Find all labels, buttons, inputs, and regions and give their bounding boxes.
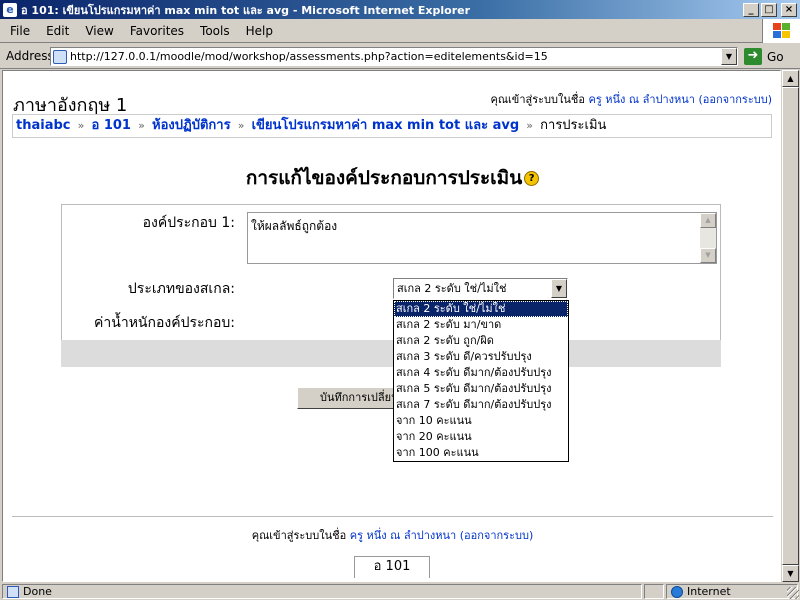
scale-option[interactable]: จาก 100 คะแนน <box>394 445 568 461</box>
login-prefix: คุณเข้าสู่ระบบในชื่อ <box>490 93 585 106</box>
scale-option[interactable]: สเกล 3 ระดับ ดี/ควรปรับปรุง <box>394 349 568 365</box>
menu-favorites[interactable]: Favorites <box>122 24 192 38</box>
breadcrumb-separator: » <box>138 119 145 132</box>
weight-label: ค่าน้ำหนักองค์ประกอบ: <box>94 315 235 331</box>
breadcrumb-current: การประเมิน <box>540 118 607 133</box>
scale-select[interactable]: สเกล 2 ระดับ ใช่/ไม่ใช่ ▼ <box>393 278 568 299</box>
scroll-down-icon[interactable]: ▼ <box>782 565 799 582</box>
scale-option[interactable]: สเกล 7 ระดับ ดีมาก/ต้องปรับปรุง <box>394 397 568 413</box>
footer-login-prefix: คุณเข้าสู่ระบบในชื่อ <box>251 529 347 542</box>
page-scrollbar[interactable]: ▲ ▼ <box>781 70 799 582</box>
close-button[interactable]: × <box>781 2 797 17</box>
scale-option[interactable]: สเกล 2 ระดับ ใช่/ไม่ใช่ <box>394 301 568 317</box>
window-title: อ 101: เขียนโปรแกรมหาค่า max min tot และ… <box>21 3 471 17</box>
footer-user-name-link[interactable]: ครู หนึ่ง ณ ลำปางหนา <box>350 529 457 542</box>
breadcrumb: thaiabc » อ 101 » ห้องปฏิบัติการ » เขียน… <box>12 114 772 138</box>
user-name-link[interactable]: ครู หนึ่ง ณ ลำปางหนา <box>588 93 695 106</box>
go-button[interactable]: ➜ Go <box>744 48 784 65</box>
scale-option[interactable]: จาก 20 คะแนน <box>394 429 568 445</box>
scale-option[interactable]: สเกล 2 ระดับ ถูก/ผิด <box>394 333 568 349</box>
zone-panel: Internet <box>666 584 798 599</box>
page-viewport: ภาษาอังกฤษ 1 คุณเข้าสู่ระบบในชื่อ ครู หน… <box>2 70 781 582</box>
textarea-scrollbar[interactable]: ▲ ▼ <box>700 213 716 263</box>
go-arrow-icon[interactable]: ➜ <box>744 48 762 65</box>
element-textarea-value[interactable]: ให้ผลลัพธ์ถูกต้อง <box>251 217 337 236</box>
menu-bar: File Edit View Favorites Tools Help <box>0 19 800 43</box>
status-bar: Done Internet <box>0 583 800 600</box>
footer-course-link[interactable]: อ 101 <box>354 556 430 578</box>
breadcrumb-site[interactable]: thaiabc <box>16 118 70 133</box>
ie-icon: e <box>3 2 17 17</box>
breadcrumb-workshops[interactable]: ห้องปฏิบัติการ <box>152 118 231 133</box>
breadcrumb-separator: » <box>77 119 85 132</box>
address-input[interactable]: http://127.0.0.1/moodle/mod/workshop/ass… <box>50 47 738 66</box>
footer-divider <box>12 516 773 517</box>
menu-tools[interactable]: Tools <box>192 24 238 38</box>
scale-dropdown-list[interactable]: สเกล 2 ระดับ ใช่/ไม่ใช่ สเกล 2 ระดับ มา/… <box>393 300 569 462</box>
page-done-icon <box>7 585 19 598</box>
menu-edit[interactable]: Edit <box>38 24 77 38</box>
scale-select-value[interactable]: สเกล 2 ระดับ ใช่/ไม่ใช่ <box>397 282 506 295</box>
breadcrumb-separator: » <box>526 119 534 132</box>
form-footer <box>61 340 721 367</box>
save-changes-button[interactable]: บันทึกการเปลี่ยนแปลง <box>297 387 397 409</box>
scale-option[interactable]: สเกล 2 ระดับ มา/ขาด <box>394 317 568 333</box>
minimize-button[interactable]: _ <box>743 2 759 17</box>
address-dropdown-icon[interactable]: ▼ <box>721 48 737 65</box>
status-text: Done <box>23 585 52 598</box>
breadcrumb-workshop[interactable]: เขียนโปรแกรมหาค่า max min tot และ avg <box>252 118 520 133</box>
scroll-down-icon[interactable]: ▼ <box>700 248 716 263</box>
resize-grip-icon[interactable] <box>787 587 799 599</box>
chevron-down-icon[interactable]: ▼ <box>551 279 567 298</box>
internet-zone-icon <box>671 585 683 598</box>
help-icon[interactable]: ? <box>524 171 540 186</box>
page-icon <box>53 49 67 64</box>
login-info: คุณเข้าสู่ระบบในชื่อ ครู หนึ่ง ณ ลำปางหน… <box>490 90 772 108</box>
scale-label: ประเภทของสเกล: <box>127 281 235 297</box>
footer-login-info: คุณเข้าสู่ระบบในชื่อ ครู หนึ่ง ณ ลำปางหน… <box>3 526 780 544</box>
breadcrumb-course[interactable]: อ 101 <box>92 118 131 133</box>
maximize-button[interactable]: □ <box>761 2 777 17</box>
scroll-up-icon[interactable]: ▲ <box>700 213 716 228</box>
page-title: การแก้ไของค์ประกอบการประเมิน? <box>3 163 780 193</box>
scale-option[interactable]: สเกล 5 ระดับ ดีมาก/ต้องปรับปรุง <box>394 381 568 397</box>
windows-logo-icon <box>762 19 800 43</box>
element-label: องค์ประกอบ 1: <box>142 215 235 231</box>
element-textarea[interactable]: ให้ผลลัพธ์ถูกต้อง ▲ ▼ <box>247 212 717 264</box>
status-panel-empty <box>644 584 664 599</box>
go-label[interactable]: Go <box>767 50 784 64</box>
status-panel: Done <box>2 584 642 599</box>
scrollbar-thumb[interactable] <box>782 87 799 565</box>
scale-option[interactable]: สเกล 4 ระดับ ดีมาก/ต้องปรับปรุง <box>394 365 568 381</box>
address-bar: Address http://127.0.0.1/moodle/mod/work… <box>0 44 800 69</box>
zone-text: Internet <box>687 585 731 598</box>
address-url[interactable]: http://127.0.0.1/moodle/mod/workshop/ass… <box>70 50 548 63</box>
logout-link[interactable]: (ออกจากระบบ) <box>698 93 772 106</box>
scroll-up-icon[interactable]: ▲ <box>782 70 799 87</box>
scale-option[interactable]: จาก 10 คะแนน <box>394 413 568 429</box>
menu-file[interactable]: File <box>0 24 38 38</box>
page-title-text: การแก้ไของค์ประกอบการประเมิน <box>245 167 523 189</box>
menu-view[interactable]: View <box>77 24 121 38</box>
menu-help[interactable]: Help <box>238 24 281 38</box>
footer-logout-link[interactable]: (ออกจากระบบ) <box>460 529 534 542</box>
breadcrumb-separator: » <box>237 119 245 132</box>
window-titlebar: e อ 101: เขียนโปรแกรมหาค่า max min tot แ… <box>0 0 800 19</box>
